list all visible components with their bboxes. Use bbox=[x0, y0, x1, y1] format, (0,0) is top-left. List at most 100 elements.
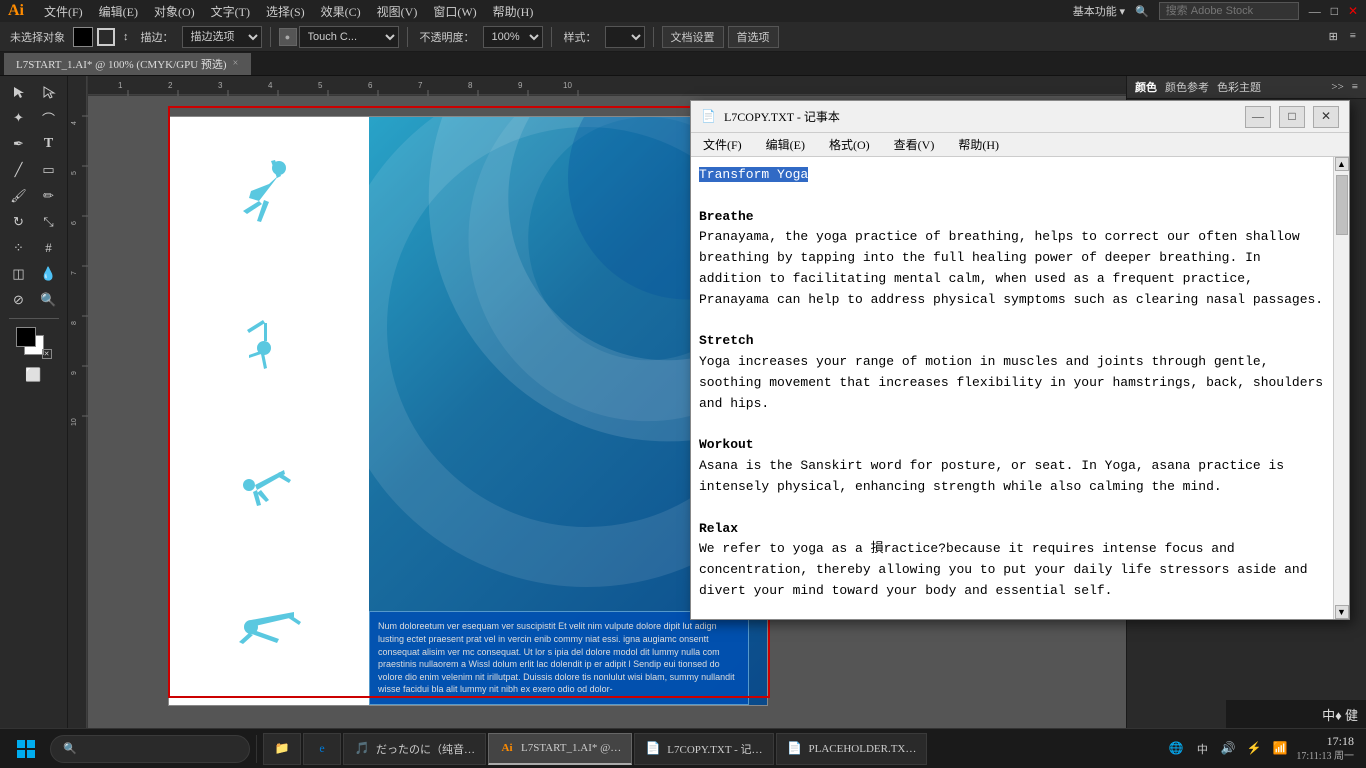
notepad-menubar: 文件(F) 编辑(E) 格式(O) 查看(V) 帮助(H) bbox=[691, 133, 1349, 157]
menu-view[interactable]: 视图(V) bbox=[377, 3, 418, 20]
doc-settings-button[interactable]: 文档设置 bbox=[662, 26, 724, 48]
type-tool[interactable]: T bbox=[35, 132, 63, 156]
notepad-content[interactable]: Transform Yoga Breathe Pranayama, the yo… bbox=[691, 157, 1333, 619]
line-tool[interactable]: ╱ bbox=[5, 158, 33, 182]
magic-wand-tool[interactable]: ✦ bbox=[5, 106, 33, 130]
active-document-tab[interactable]: L7START_1.AI* @ 100% (CMYK/GPU 预选) × bbox=[4, 53, 251, 75]
lasso-tool[interactable]: ⌒ bbox=[35, 106, 63, 130]
workspace-label[interactable]: 基本功能 ▾ bbox=[1073, 3, 1125, 19]
scroll-up-button[interactable]: ▲ bbox=[1335, 157, 1349, 171]
body-relax: We refer to yoga as a 損ractice?because i… bbox=[699, 541, 1308, 598]
edge-icon: e bbox=[314, 741, 330, 757]
menu-select[interactable]: 选择(S) bbox=[266, 3, 305, 20]
svg-text:9: 9 bbox=[71, 371, 78, 375]
yoga-figure-1 bbox=[229, 156, 309, 256]
menu-text[interactable]: 文字(T) bbox=[211, 3, 250, 20]
scroll-track[interactable] bbox=[1336, 171, 1348, 605]
grid-view-icon[interactable]: ⊞ bbox=[1325, 28, 1342, 45]
notepad-menu-help[interactable]: 帮助(H) bbox=[954, 134, 1003, 155]
menu-help[interactable]: 帮助(H) bbox=[493, 3, 534, 20]
system-clock[interactable]: 17:18 17:11:13 周一 bbox=[1296, 734, 1354, 763]
mesh-tool[interactable]: # bbox=[35, 236, 63, 260]
blend-row: ⁘ # bbox=[5, 236, 63, 260]
stroke-arrows[interactable]: ↕ bbox=[119, 29, 133, 45]
taskbar-file-explorer[interactable]: 📁 bbox=[263, 733, 301, 765]
notepad-maximize-button[interactable]: □ bbox=[1279, 106, 1305, 128]
stock-search-input[interactable] bbox=[1159, 2, 1299, 20]
menu-file[interactable]: 文件(F) bbox=[44, 3, 83, 20]
color-tab[interactable]: 颜色 bbox=[1135, 79, 1157, 95]
notepad-scrollbar[interactable]: ▲ ▼ bbox=[1333, 157, 1349, 619]
taskbar-search-box[interactable]: 🔍 bbox=[50, 735, 250, 763]
network-icon[interactable]: 🌐 bbox=[1166, 739, 1186, 759]
panel-expand-icon[interactable]: >> bbox=[1331, 81, 1343, 93]
notepad-close-button[interactable]: ✕ bbox=[1313, 106, 1339, 128]
measure-tool[interactable]: ⊘ bbox=[5, 288, 33, 312]
notepad-menu-edit[interactable]: 编辑(E) bbox=[762, 134, 809, 155]
window-close-icon[interactable]: ✕ bbox=[1348, 4, 1358, 19]
taskbar-notepad[interactable]: 📄 L7COPY.TXT - 记… bbox=[634, 733, 773, 765]
arrange-icon[interactable]: ≡ bbox=[1346, 28, 1360, 45]
heading-workout: Workout bbox=[699, 437, 754, 452]
yoga-figure-2 bbox=[229, 293, 309, 393]
touch-select[interactable]: Touch C... bbox=[299, 26, 399, 48]
shape-tool[interactable]: ▭ bbox=[35, 158, 63, 182]
touch-control: ● Touch C... bbox=[279, 26, 399, 48]
ime-sys-icon[interactable]: 中 bbox=[1192, 739, 1212, 759]
color-theme-tab[interactable]: 色彩主题 bbox=[1217, 79, 1261, 95]
notepad-minimize-button[interactable]: — bbox=[1245, 106, 1271, 128]
taskbar-edge[interactable]: e bbox=[303, 733, 341, 765]
gradient-tool[interactable]: ◫ bbox=[5, 262, 33, 286]
paintbrush-tool[interactable]: 🖌 bbox=[5, 184, 33, 208]
opacity-select[interactable]: 100% bbox=[483, 26, 543, 48]
pencil-tool[interactable]: ✏ bbox=[35, 184, 63, 208]
menu-object[interactable]: 对象(O) bbox=[154, 3, 195, 20]
taskbar-illustrator[interactable]: Ai L7START_1.AI* @… bbox=[488, 733, 632, 765]
text-overlay-box[interactable]: Num doloreetum ver esequam ver suscipist… bbox=[369, 611, 749, 705]
stroke-indicator[interactable] bbox=[97, 28, 115, 46]
artboard[interactable]: Num doloreetum ver esequam ver suscipist… bbox=[168, 116, 768, 706]
window-restore-icon[interactable]: □ bbox=[1331, 4, 1338, 19]
fill-swatch[interactable] bbox=[73, 27, 93, 47]
taskbar-music[interactable]: 🎵 だったのに（纯音… bbox=[343, 733, 486, 765]
svg-text:6: 6 bbox=[368, 81, 373, 90]
preferences-button[interactable]: 首选项 bbox=[728, 26, 779, 48]
screen-mode-row: ⬜ bbox=[20, 363, 48, 387]
color-swatches: ✕ bbox=[16, 327, 52, 359]
none-color[interactable]: ✕ bbox=[42, 349, 52, 359]
window-minimize-icon[interactable]: — bbox=[1309, 4, 1321, 19]
separator-4 bbox=[653, 27, 654, 47]
scroll-down-button[interactable]: ▼ bbox=[1335, 605, 1349, 619]
eyedropper-tool[interactable]: 💧 bbox=[35, 262, 63, 286]
svg-text:4: 4 bbox=[71, 121, 78, 125]
battery-icon[interactable]: ⚡ bbox=[1244, 739, 1264, 759]
rotate-tool[interactable]: ↻ bbox=[5, 210, 33, 234]
clock-time: 17:18 bbox=[1296, 734, 1354, 750]
notepad-menu-format[interactable]: 格式(O) bbox=[825, 134, 874, 155]
screen-mode-tool[interactable]: ⬜ bbox=[20, 363, 48, 387]
panel-menu-icon[interactable]: ≡ bbox=[1352, 81, 1358, 93]
selection-tool[interactable] bbox=[5, 80, 33, 104]
style-select[interactable] bbox=[605, 26, 645, 48]
pen-tool[interactable]: ✒ bbox=[5, 132, 33, 156]
notepad-menu-file[interactable]: 文件(F) bbox=[699, 134, 746, 155]
menu-edit[interactable]: 编辑(E) bbox=[99, 3, 138, 20]
volume-icon[interactable]: 🔊 bbox=[1218, 739, 1238, 759]
menu-effect[interactable]: 效果(C) bbox=[321, 3, 361, 20]
taskbar-placeholder[interactable]: 📄 PLACEHOLDER.TX… bbox=[776, 733, 928, 765]
wifi-icon[interactable]: 📶 bbox=[1270, 739, 1290, 759]
pen-row: ✒ T bbox=[5, 132, 63, 156]
ruler-left: 4 5 6 7 8 9 10 bbox=[68, 76, 88, 738]
start-button[interactable] bbox=[4, 733, 48, 765]
direct-select-tool[interactable] bbox=[35, 80, 63, 104]
blend-tool[interactable]: ⁘ bbox=[5, 236, 33, 260]
scroll-thumb[interactable] bbox=[1336, 175, 1348, 235]
zoom-tool[interactable]: 🔍 bbox=[35, 288, 63, 312]
notepad-menu-view[interactable]: 查看(V) bbox=[890, 134, 939, 155]
tab-close-button[interactable]: × bbox=[233, 58, 239, 69]
stroke-select[interactable]: 描边选项 bbox=[182, 26, 262, 48]
scale-tool[interactable]: ⤡ bbox=[35, 210, 63, 234]
color-ref-tab[interactable]: 颜色参考 bbox=[1165, 79, 1209, 95]
menu-window[interactable]: 窗口(W) bbox=[433, 3, 476, 20]
fill-color-swatch[interactable] bbox=[16, 327, 36, 347]
